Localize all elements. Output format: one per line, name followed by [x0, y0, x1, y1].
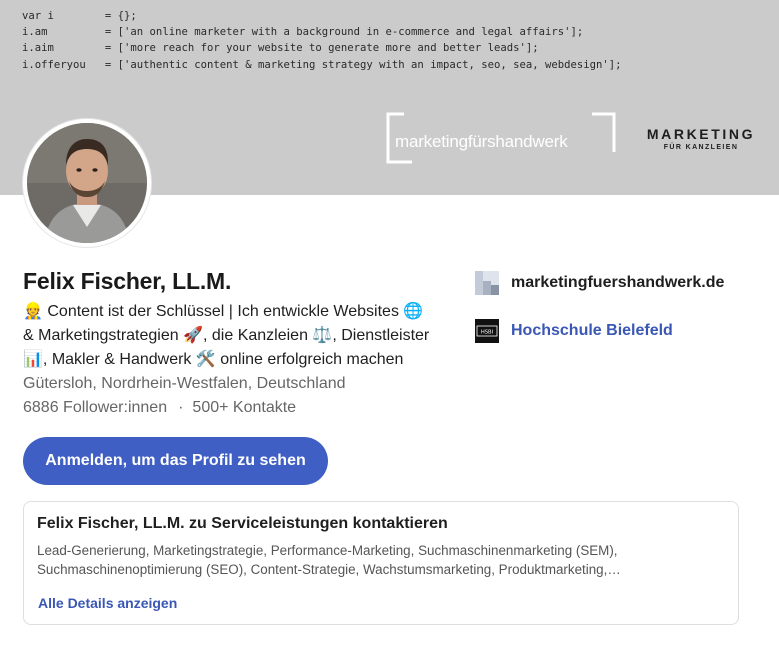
profile-headline: 👷 Content ist der Schlüssel | Ich entwic… — [23, 300, 443, 372]
banner-code-block: var i = {}; i.am = ['an online marketer … — [22, 8, 622, 73]
services-title: Felix Fischer, LL.M. zu Serviceleistunge… — [37, 515, 448, 532]
kanzleien-logo-main: MARKETING — [646, 126, 756, 142]
code-line: i.aim = ['more reach for your website to… — [22, 42, 539, 55]
company-logo-icon — [475, 271, 499, 295]
profile-stats: 6886 Follower:innen · 500+ Kontakte — [23, 399, 296, 417]
headline-line: 👷 Content ist der Schlüssel | Ich entwic… — [23, 303, 424, 320]
headline-line: 📊, Makler & Handwerk 🛠️ online erfolgrei… — [23, 351, 404, 368]
profile-avatar — [23, 119, 151, 247]
signin-to-view-profile-button[interactable]: Anmelden, um das Profil zu sehen — [23, 437, 328, 485]
code-line: i.offeryou = ['authentic content & marke… — [22, 58, 622, 71]
current-company[interactable]: marketingfuershandwerk.de — [475, 271, 724, 295]
headline-line: & Marketingstrategien 🚀, die Kanzleien ⚖… — [23, 327, 430, 344]
school-logo-icon: HSBI — [475, 319, 499, 343]
marketing-fuer-kanzleien-logo: MARKETING FÜR KANZLEIEN — [638, 126, 764, 151]
stats-separator: · — [178, 399, 184, 416]
followers-count: 6886 Follower:innen — [23, 399, 168, 416]
services-card: Felix Fischer, LL.M. zu Serviceleistunge… — [23, 501, 739, 625]
school-logo-text: HSBI — [481, 329, 494, 335]
avatar-photo — [27, 123, 147, 243]
code-line: i.am = ['an online marketer with a backg… — [22, 26, 584, 39]
connections-count: 500+ Kontakte — [192, 399, 297, 416]
company-name: marketingfuershandwerk.de — [511, 274, 725, 291]
handwerk-logo-text: marketingfürshandwerk — [395, 132, 568, 151]
marketing-fuers-handwerk-logo: marketingfürshandwerk — [386, 112, 616, 164]
profile-location: Gütersloh, Nordrhein-Westfalen, Deutschl… — [23, 375, 346, 392]
school-name: Hochschule Bielefeld — [511, 322, 673, 339]
code-line: var i = {}; — [22, 10, 137, 22]
services-line: Lead-Generierung, Marketingstrategie, Pe… — [37, 543, 618, 558]
services-line: Suchmaschinenoptimierung (SEO), Content-… — [37, 562, 621, 577]
show-all-details-link[interactable]: Alle Details anzeigen — [38, 595, 177, 611]
services-list: Lead-Generierung, Marketingstrategie, Pe… — [37, 541, 697, 579]
profile-name: Felix Fischer, LL.M. — [23, 268, 232, 294]
education-school[interactable]: HSBI Hochschule Bielefeld — [475, 319, 673, 343]
kanzleien-logo-sub: FÜR KANZLEIEN — [663, 144, 739, 151]
